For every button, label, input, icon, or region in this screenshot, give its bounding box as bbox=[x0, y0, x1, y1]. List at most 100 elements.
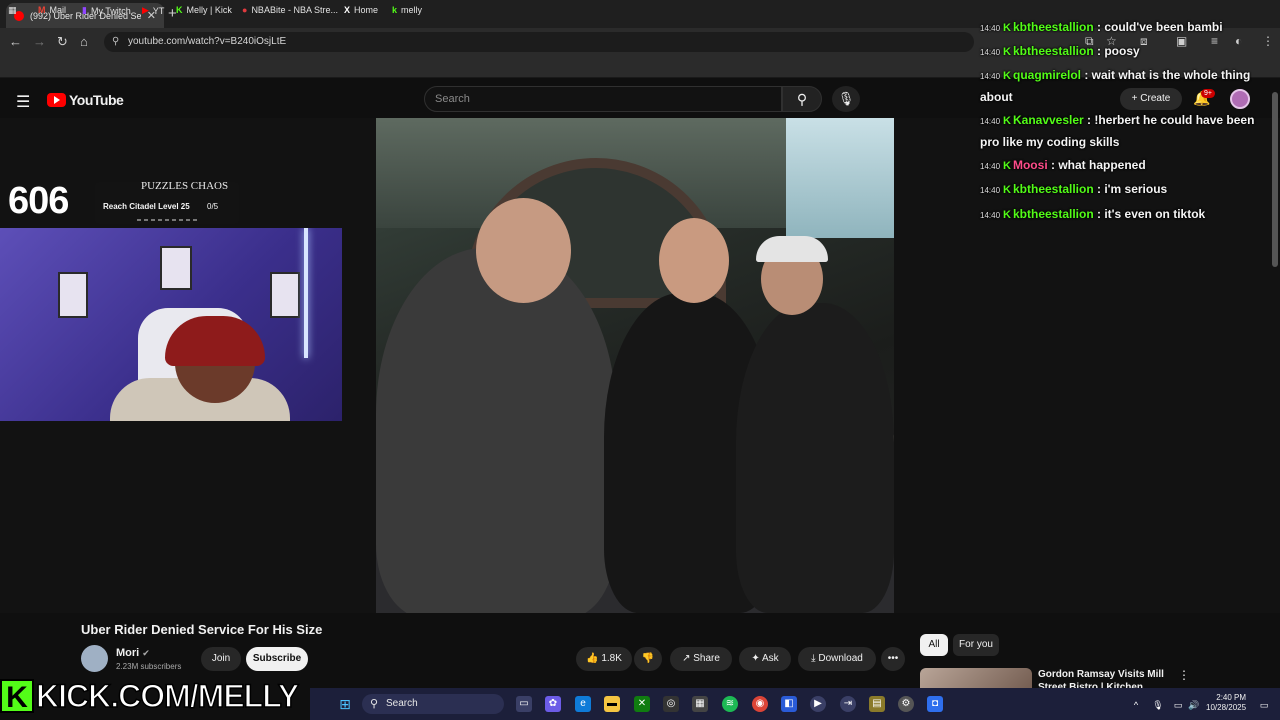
settings-icon[interactable]: ⚙ bbox=[898, 696, 914, 712]
youtube-logo[interactable]: YouTube bbox=[47, 92, 124, 108]
bookmark-mail[interactable]: M Mail bbox=[38, 5, 66, 15]
store-icon[interactable]: ▦ bbox=[692, 696, 708, 712]
chrome-icon[interactable]: ◉ bbox=[752, 696, 768, 712]
media-player-icon[interactable]: ▶ bbox=[810, 696, 826, 712]
gmail-icon: M bbox=[38, 5, 46, 15]
tray-chevron-icon[interactable]: ^ bbox=[1128, 697, 1144, 713]
person-left-head bbox=[476, 198, 571, 303]
microphone-tray-icon[interactable]: 🎙 bbox=[1150, 697, 1166, 713]
account-avatar[interactable] bbox=[1230, 89, 1250, 109]
kick-logo-icon: K bbox=[0, 679, 34, 714]
taskbar-clock[interactable]: 2:40 PM 10/28/2025 bbox=[1206, 693, 1246, 713]
xbox-icon[interactable]: ✕ bbox=[634, 696, 650, 712]
taskbar-search[interactable]: ⚲ Search bbox=[362, 694, 504, 714]
thumbs-down-icon: 👎 bbox=[641, 653, 655, 664]
channel-avatar[interactable] bbox=[81, 645, 108, 672]
chip-for-you[interactable]: For you bbox=[953, 634, 999, 656]
app-icon[interactable]: ▤ bbox=[869, 696, 885, 712]
nbabite-icon: ● bbox=[242, 5, 248, 15]
browser-menu-icon[interactable]: ⋮ bbox=[1262, 34, 1274, 48]
reload-icon[interactable]: ↻ bbox=[57, 34, 68, 50]
spotify-icon[interactable]: ≋ bbox=[722, 696, 738, 712]
kick-icon: K bbox=[176, 5, 183, 15]
kick-banner-text: KICK.COM/MELLY bbox=[35, 677, 300, 715]
bookmark-kick[interactable]: K Melly | Kick bbox=[176, 5, 232, 15]
channel-name[interactable]: Mori ✔ bbox=[116, 647, 150, 659]
person-right-body bbox=[736, 303, 894, 613]
person-left-body bbox=[376, 248, 616, 613]
volume-icon[interactable]: 🔊 bbox=[1186, 697, 1202, 713]
chat-message: 14:40 Kkbtheestallion : could've been bam… bbox=[980, 16, 1223, 40]
kick-badge-icon: K bbox=[1003, 70, 1011, 82]
ask-button[interactable]: ✦ Ask bbox=[739, 647, 791, 671]
share-button[interactable]: ↗ Share bbox=[670, 647, 732, 671]
led-strip bbox=[304, 228, 308, 358]
edge-icon[interactable]: e bbox=[575, 696, 591, 712]
x-icon: X bbox=[344, 5, 351, 15]
chat-scrollbar[interactable] bbox=[1272, 92, 1278, 267]
network-icon[interactable]: ▭ bbox=[1170, 697, 1186, 713]
join-button[interactable]: Join bbox=[201, 647, 241, 671]
like-button[interactable]: 👍 1.8K bbox=[576, 647, 632, 671]
streamer-webcam bbox=[0, 228, 342, 421]
more-actions-button[interactable]: ••• bbox=[881, 647, 905, 671]
bookmark-twitch[interactable]: ▮ My Twitch bbox=[82, 5, 131, 16]
scene-window bbox=[786, 118, 894, 238]
create-button[interactable]: + Create bbox=[1120, 88, 1182, 110]
back-icon[interactable]: ← bbox=[9, 34, 22, 49]
windows-start-icon[interactable]: ⊞ bbox=[337, 696, 353, 712]
subscriber-count: 2.23M subscribers bbox=[116, 662, 182, 671]
hamburger-menu-icon[interactable]: ☰ bbox=[16, 92, 30, 112]
chat-message: 14:40 Kkbtheestallion : it's even on tikt… bbox=[980, 203, 1205, 227]
search-input[interactable]: Search bbox=[424, 86, 782, 112]
app-icon[interactable]: ◘ bbox=[927, 696, 943, 712]
app-icon[interactable]: ⇥ bbox=[840, 696, 856, 712]
kick-badge-icon: K bbox=[1003, 46, 1011, 58]
site-info-icon[interactable]: ⚲ bbox=[112, 36, 119, 47]
share-icon: ↗ bbox=[682, 653, 691, 664]
more-dots-icon: ••• bbox=[887, 653, 899, 664]
person-middle-head bbox=[659, 218, 729, 303]
dislike-button[interactable]: 👎 bbox=[634, 647, 662, 671]
chip-all[interactable]: All bbox=[920, 634, 948, 656]
poster bbox=[160, 246, 192, 290]
search-icon: ⚲ bbox=[796, 91, 808, 107]
youtube-icon: ▶ bbox=[142, 5, 149, 15]
recommended-more-icon[interactable]: ⋮ bbox=[1178, 668, 1190, 682]
poster bbox=[58, 272, 88, 318]
challenge-description: Reach Citadel Level 25 bbox=[103, 202, 190, 211]
address-bar[interactable]: ⚲ youtube.com/watch?v=B240iOsjLtE bbox=[104, 32, 974, 52]
notifications-badge: 9+ bbox=[1201, 89, 1215, 98]
video-player[interactable] bbox=[376, 118, 894, 613]
profile-icon[interactable]: ◐ bbox=[1235, 34, 1242, 48]
verified-icon: ✔ bbox=[142, 648, 150, 658]
file-explorer-icon[interactable]: ▬ bbox=[604, 696, 620, 712]
chat-message: 14:40 Kkbtheestallion : i'm serious bbox=[980, 178, 1167, 202]
task-view-icon[interactable]: ▭ bbox=[516, 696, 532, 712]
subscribe-button[interactable]: Subscribe bbox=[246, 647, 308, 671]
poster bbox=[270, 272, 300, 318]
twitch-icon: ▮ bbox=[82, 5, 87, 15]
download-button[interactable]: ⤓ Download bbox=[798, 647, 876, 671]
youtube-play-icon bbox=[47, 93, 66, 107]
search-button[interactable]: ⚲ bbox=[782, 86, 822, 112]
bookmark-yt[interactable]: ▶ YT bbox=[142, 5, 164, 16]
search-icon: ⚲ bbox=[370, 698, 379, 710]
home-icon[interactable]: ⌂ bbox=[80, 34, 88, 49]
voice-search-button[interactable]: 🎙 bbox=[832, 86, 860, 112]
bookmark-home[interactable]: X Home bbox=[344, 5, 378, 15]
copilot-icon[interactable]: ✿ bbox=[545, 696, 561, 712]
forward-icon[interactable]: → bbox=[33, 34, 46, 49]
kick-badge-icon: K bbox=[1003, 160, 1011, 172]
apps-grid-icon[interactable]: ▦ bbox=[8, 5, 17, 16]
challenge-progress: 0/5 bbox=[207, 202, 219, 211]
kick-banner: K KICK.COM/MELLY bbox=[0, 676, 300, 716]
bookmark-nbabite[interactable]: ● NBABite - NBA Stre... bbox=[242, 5, 338, 15]
app-icon[interactable]: ◧ bbox=[781, 696, 797, 712]
bookmark-melly[interactable]: k melly bbox=[392, 5, 422, 15]
chat-message: 14:40 K Kanavvesler : !herbert he could ha… bbox=[980, 113, 1255, 149]
stream-counter: 606 bbox=[8, 180, 69, 222]
obs-icon[interactable]: ◎ bbox=[663, 696, 679, 712]
sparkle-icon: ✦ bbox=[751, 653, 760, 664]
notification-center-icon[interactable]: ▭ bbox=[1256, 697, 1272, 713]
